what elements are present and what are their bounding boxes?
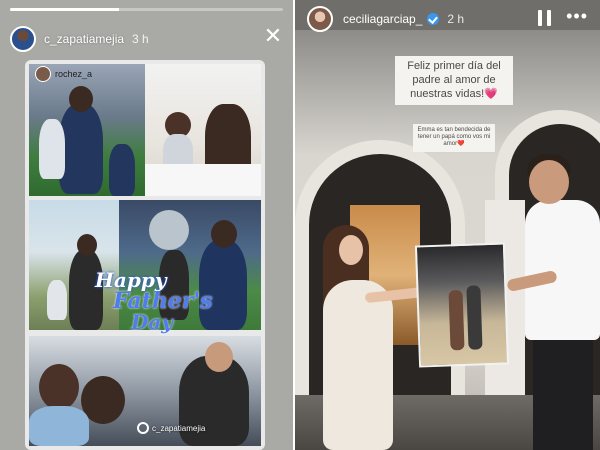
mention-logo-icon: [137, 422, 149, 434]
story-right[interactable]: Feliz primer día del padre al amor de nu…: [295, 0, 600, 450]
close-icon[interactable]: ✕: [263, 25, 283, 47]
mention-username: c_zapatiamejia: [152, 423, 206, 433]
mention-sticker[interactable]: c_zapatiamejia: [137, 422, 205, 434]
fathers-day-line-1: Happy: [95, 268, 167, 292]
story-progress-bar: [10, 8, 283, 11]
story-time: 2 h: [447, 12, 465, 26]
fathers-day-sticker: Happy Father's Day: [95, 270, 215, 332]
fathers-day-line-3: Day: [131, 310, 173, 334]
story-username[interactable]: c_zapatiamejia: [44, 32, 124, 46]
collage-user-tag[interactable]: rochez_a: [35, 66, 92, 82]
woman-figure: [323, 280, 393, 450]
story-left[interactable]: c_zapatiamejia 3 h ✕ rochez_a Happy Fath…: [0, 0, 293, 450]
pause-icon[interactable]: [538, 10, 552, 26]
story-progress-fill: [10, 8, 120, 11]
collage-photo-soccer-field: [29, 64, 145, 196]
story-caption-main: Feliz primer día del padre al amor de nu…: [395, 56, 513, 106]
verified-badge-icon: [427, 13, 440, 25]
story-caption-small: Emma es tan bendecida de tener un papá c…: [413, 124, 495, 152]
collage-photo-bedroom: [145, 64, 261, 196]
woman-face: [339, 235, 363, 265]
man-face: [529, 160, 569, 204]
collage-card: rochez_a Happy Father's Day c_zapatiamej…: [25, 60, 265, 450]
fathers-day-line-2: Father's: [113, 288, 213, 314]
tag-avatar: [35, 66, 51, 82]
tag-username: rochez_a: [55, 69, 93, 79]
story-header-left: c_zapatiamejia 3 h: [10, 26, 149, 52]
gift-photo-frame: [414, 242, 510, 368]
story-time: 3 h: [132, 32, 149, 46]
man-figure: [525, 200, 600, 340]
man-legs: [533, 330, 593, 450]
story-header-right: ceciliagarciap_ 2 h: [307, 6, 464, 32]
story-username[interactable]: ceciliagarciap_: [343, 12, 422, 26]
avatar[interactable]: [307, 6, 333, 32]
more-icon[interactable]: •••: [566, 6, 588, 27]
avatar[interactable]: [10, 26, 36, 52]
